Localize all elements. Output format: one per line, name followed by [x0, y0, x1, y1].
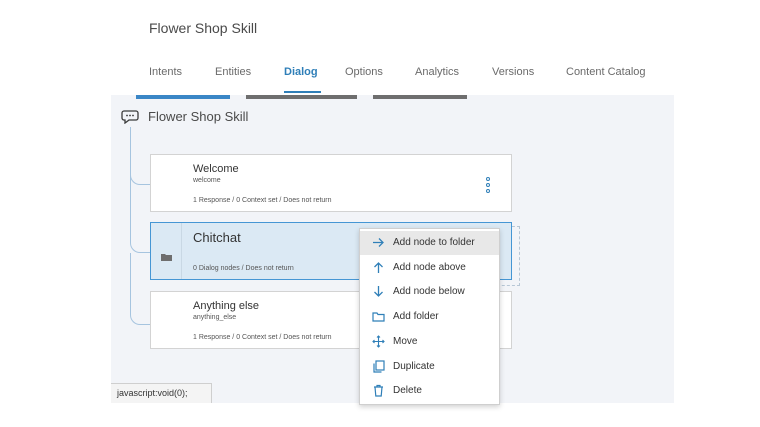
tab-intents[interactable]: Intents [149, 66, 182, 78]
overflow-menu-icon[interactable] [485, 177, 491, 195]
node-id: anything_else [193, 314, 237, 321]
menu-item-duplicate[interactable]: Duplicate [360, 355, 499, 379]
folder-icon [372, 310, 385, 323]
tab-dialog[interactable]: Dialog [284, 66, 318, 78]
chat-bubble-icon [121, 110, 139, 125]
tree-connector [130, 253, 150, 325]
trash-icon [372, 384, 385, 397]
app-title: Flower Shop Skill [149, 20, 258, 36]
arrow-right-icon [372, 236, 385, 249]
skill-name: Flower Shop Skill [148, 109, 249, 124]
menu-item-label: Add node below [393, 286, 465, 297]
menu-item-label: Duplicate [393, 361, 435, 372]
menu-item-label: Move [393, 336, 418, 347]
scrollbar-segment[interactable] [373, 95, 467, 99]
menu-item-move[interactable]: Move [360, 330, 499, 354]
menu-item-add-node-above[interactable]: Add node above [360, 256, 499, 280]
node-title: Chitchat [193, 230, 241, 245]
node-divider [181, 223, 182, 279]
arrow-down-icon [372, 285, 385, 298]
node-meta: 1 Response / 0 Context set / Does not re… [193, 334, 332, 341]
menu-item-add-node-below[interactable]: Add node below [360, 280, 499, 304]
status-bar: javascript:void(0); [111, 383, 212, 403]
node-meta: 0 Dialog nodes / Does not return [193, 265, 294, 272]
tab-entities[interactable]: Entities [215, 66, 251, 78]
node-meta: 1 Response / 0 Context set / Does not re… [193, 197, 332, 204]
tree-connector [130, 133, 150, 185]
folder-icon [161, 248, 172, 261]
move-icon [372, 335, 385, 348]
tree-connector [130, 213, 150, 253]
node-id: welcome [193, 177, 221, 184]
scrollbar-segment[interactable] [136, 95, 230, 99]
duplicate-icon [372, 360, 385, 373]
tab-content-catalog[interactable]: Content Catalog [566, 66, 646, 78]
menu-item-label: Add folder [393, 311, 439, 322]
menu-item-delete[interactable]: Delete [360, 379, 499, 403]
menu-item-add-node-to-folder[interactable]: Add node to folder [360, 231, 499, 255]
tab-versions[interactable]: Versions [492, 66, 534, 78]
status-bar-url: javascript:void(0); [117, 388, 188, 398]
arrow-up-icon [372, 261, 385, 274]
node-title: Welcome [193, 163, 239, 175]
active-tab-indicator [284, 91, 321, 93]
menu-item-label: Add node to folder [393, 237, 475, 248]
menu-item-add-folder[interactable]: Add folder [360, 305, 499, 329]
dialog-node-welcome[interactable]: Welcome welcome 1 Response / 0 Context s… [150, 154, 512, 212]
tab-options[interactable]: Options [345, 66, 383, 78]
node-title: Anything else [193, 300, 260, 312]
scrollbar-segment[interactable] [246, 95, 357, 99]
menu-item-label: Add node above [393, 262, 466, 273]
tab-analytics[interactable]: Analytics [415, 66, 459, 78]
menu-item-label: Delete [393, 385, 422, 396]
node-context-menu: Add node to folder Add node above Add no… [359, 228, 500, 405]
